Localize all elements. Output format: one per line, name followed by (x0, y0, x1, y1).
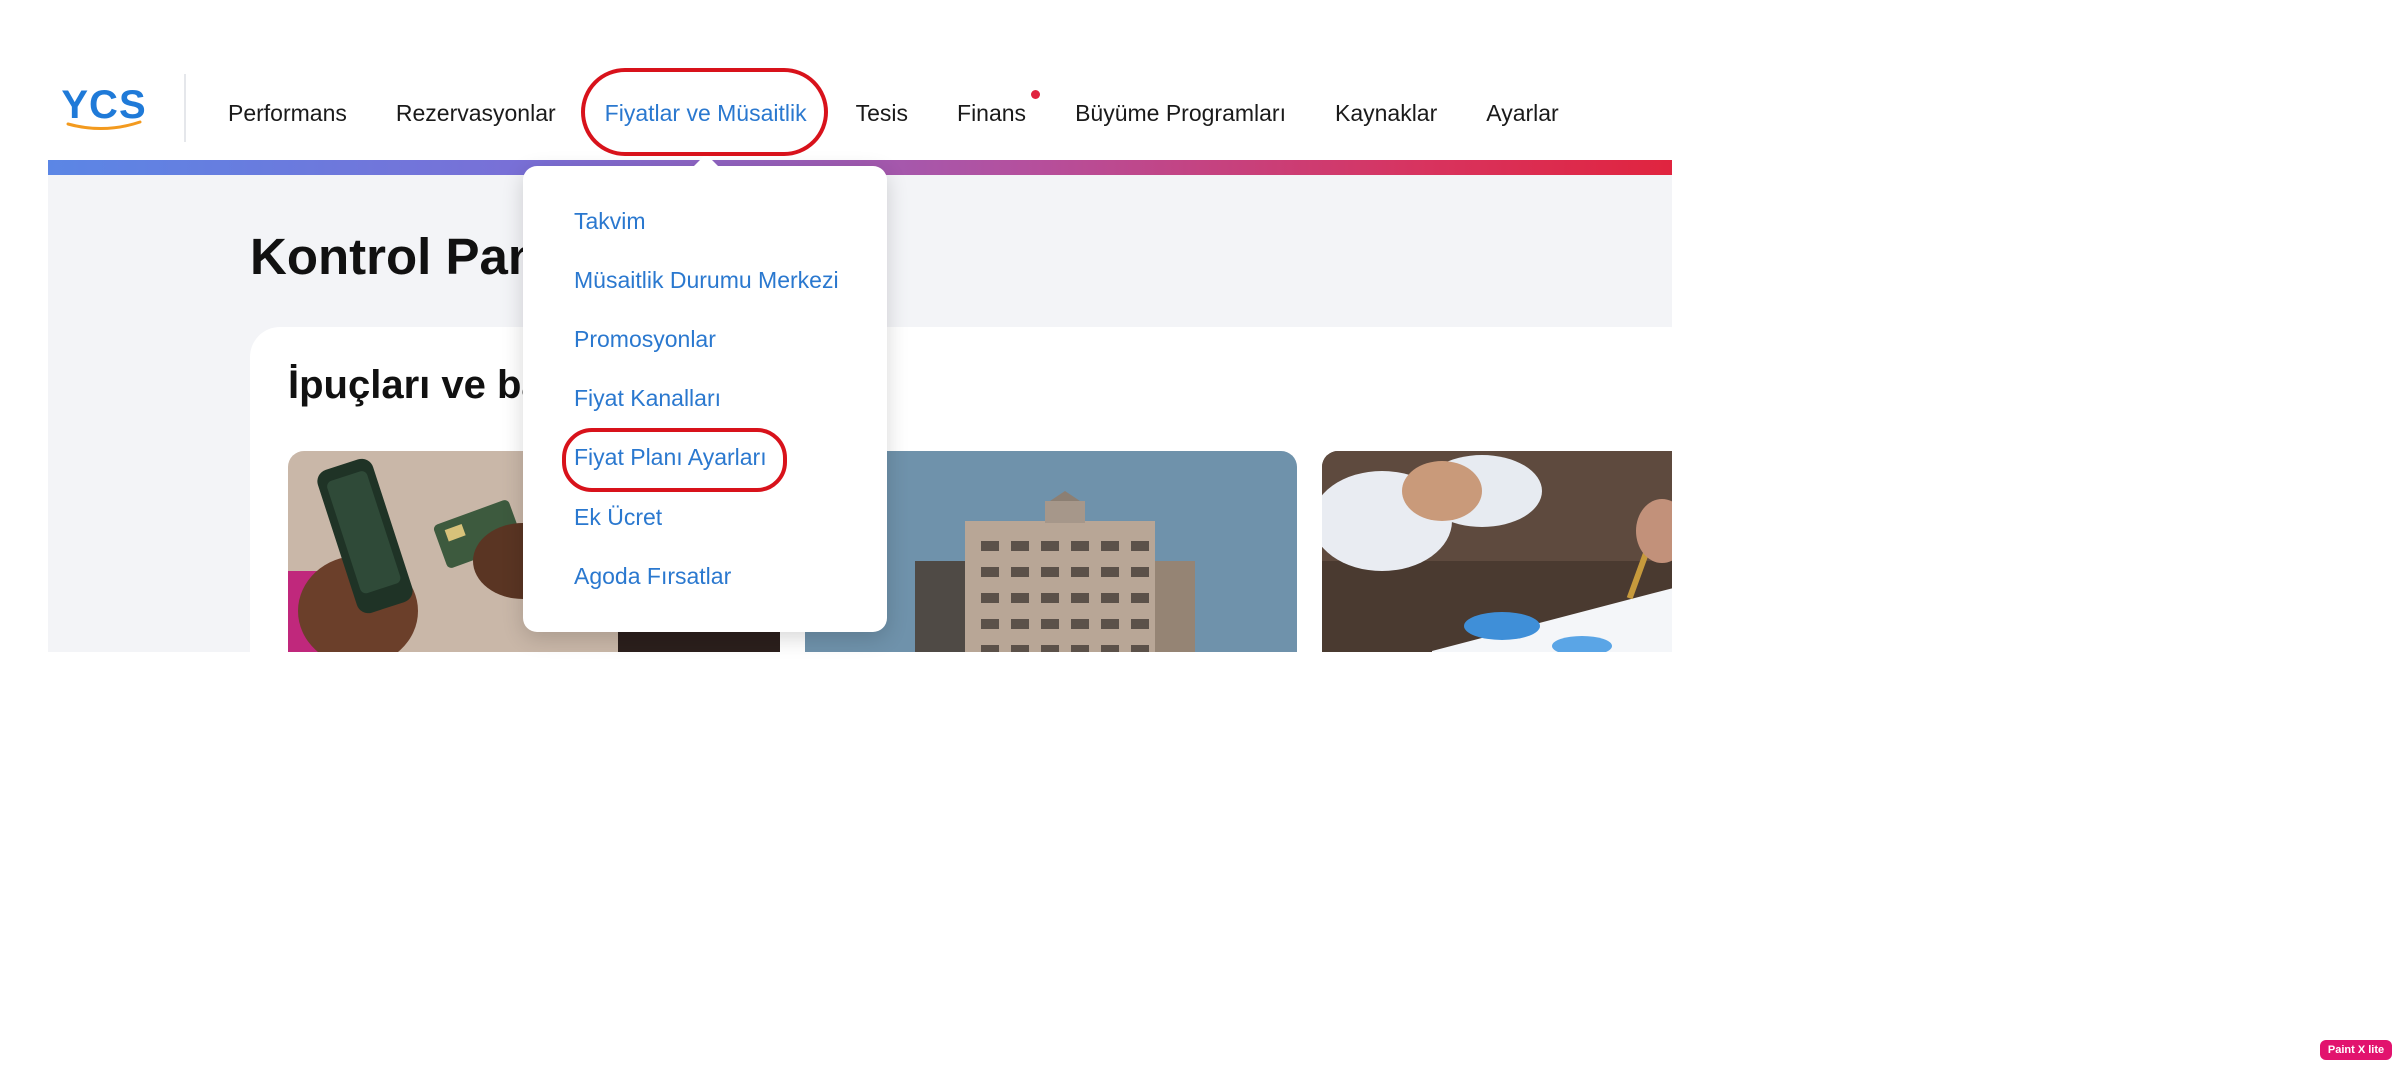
menu-item-takvim[interactable]: Takvim (574, 208, 646, 235)
nav-item-performans[interactable]: Performans (228, 100, 347, 127)
notification-dot (1031, 89, 1041, 99)
header-divider (184, 74, 186, 142)
nav-item-rezervasyonlar[interactable]: Rezervasyonlar (396, 100, 556, 127)
nav-item-finans[interactable]: Finans (957, 89, 1041, 127)
fiyatlar-dropdown-menu: Takvim Müsaitlik Durumu Merkezi Promosyo… (523, 166, 887, 632)
nav-item-finans-label: Finans (957, 99, 1027, 126)
logo-swoosh-icon (66, 120, 142, 131)
menu-item-promosyonlar[interactable]: Promosyonlar (574, 326, 716, 353)
tip-tile-analytics[interactable] (1322, 451, 1672, 652)
menu-item-fiyat-plani-ayarlari[interactable]: Fiyat Planı Ayarları (574, 444, 767, 471)
menu-item-musaitlik-durumu-merkezi[interactable]: Müsaitlik Durumu Merkezi (574, 267, 839, 294)
menu-item-ek-ucret[interactable]: Ek Ücret (574, 504, 662, 531)
tips-card-title: İpuçları ve ba (288, 363, 544, 407)
page-title: Kontrol Pan (250, 228, 539, 285)
paint-x-lite-badge: Paint X lite (2320, 1040, 2392, 1060)
nav-item-buyume-programlari[interactable]: Büyüme Programları (1075, 100, 1286, 127)
top-navigation-bar: YCS Performans Rezervasyonlar Fiyatlar v… (48, 66, 1672, 160)
nav-item-kaynaklar[interactable]: Kaynaklar (1335, 100, 1437, 127)
main-nav: Performans Rezervasyonlar Fiyatlar ve Mü… (228, 66, 1608, 160)
tips-card: İpuçları ve ba (250, 327, 1672, 652)
menu-item-agoda-firsatlar[interactable]: Agoda Fırsatlar (574, 563, 731, 590)
menu-item-fiyat-kanallari[interactable]: Fiyat Kanalları (574, 385, 721, 412)
nav-item-fiyatlar-ve-musaitlik[interactable]: Fiyatlar ve Müsaitlik (605, 100, 807, 127)
tip-image-business-documents (1322, 451, 1672, 652)
nav-item-ayarlar[interactable]: Ayarlar (1486, 100, 1558, 127)
dropdown-pointer (692, 154, 720, 168)
nav-item-tesis[interactable]: Tesis (856, 100, 908, 127)
ycs-logo[interactable]: YCS (58, 84, 150, 134)
